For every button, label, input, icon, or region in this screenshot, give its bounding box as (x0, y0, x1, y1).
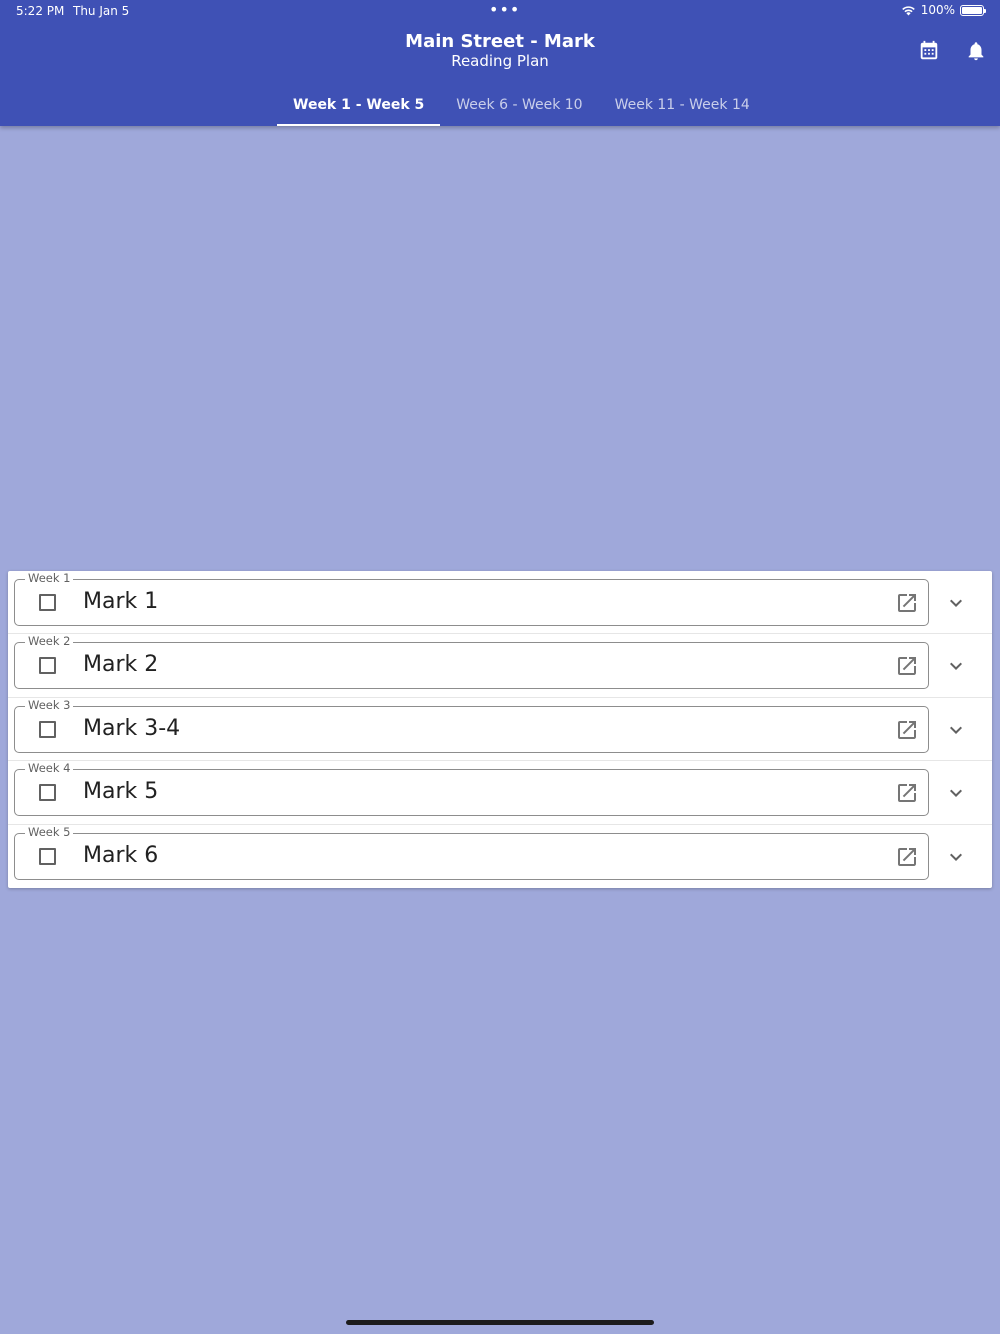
reading-text: Mark 5 (83, 779, 159, 805)
multitasking-dots[interactable]: ••• (489, 2, 520, 18)
app-bar: 5:22 PM Thu Jan 5 ••• 100% Main Street -… (0, 0, 1000, 126)
tab-week-11-14[interactable]: Week 11 - Week 14 (599, 86, 766, 126)
chevron-down-icon[interactable] (944, 591, 968, 615)
chevron-down-icon[interactable] (944, 781, 968, 805)
home-indicator[interactable] (346, 1320, 654, 1325)
battery-percent: 100% (920, 3, 955, 17)
week-label: Week 3 (25, 697, 74, 712)
calendar-button[interactable] (916, 38, 942, 64)
week-field: Week 3 Mark 3-4 (14, 697, 929, 753)
checkbox[interactable] (39, 847, 56, 865)
week-label: Week 2 (25, 634, 74, 649)
week-field: Week 5 Mark 6 (14, 824, 929, 880)
status-date: Thu Jan 5 (73, 4, 130, 18)
tab-week-6-10[interactable]: Week 6 - Week 10 (440, 86, 598, 126)
chevron-down-icon[interactable] (944, 718, 968, 742)
tab-week-1-5[interactable]: Week 1 - Week 5 (277, 86, 441, 126)
reading-plan-card: Week 1 Mark 1 Week 2 Mark 2 Week 3 Mark … (8, 571, 992, 888)
reading-text: Mark 6 (83, 842, 159, 868)
week-tabs: Week 1 - Week 5 Week 6 - Week 10 Week 11… (277, 86, 766, 126)
week-field: Week 1 Mark 1 (14, 571, 929, 626)
page-subtitle: Reading Plan (451, 52, 549, 70)
week-label: Week 1 (25, 571, 74, 585)
chevron-down-icon[interactable] (944, 845, 968, 869)
list-item: Week 2 Mark 2 (8, 634, 992, 698)
list-item: Week 1 Mark 1 (8, 571, 992, 635)
reading-text: Mark 1 (83, 589, 159, 614)
week-label: Week 5 (25, 824, 74, 839)
week-field: Week 4 Mark 5 (14, 761, 929, 817)
calendar-icon (920, 40, 938, 60)
page-title: Main Street - Mark (405, 31, 595, 52)
checkbox[interactable] (39, 784, 56, 802)
list-item: Week 5 Mark 6 (8, 824, 992, 888)
chevron-down-icon[interactable] (944, 654, 968, 678)
open-in-new-icon[interactable] (895, 591, 919, 615)
reading-text: Mark 2 (83, 652, 159, 678)
status-time: 5:22 PM (16, 4, 65, 18)
week-label: Week 4 (25, 761, 74, 776)
open-in-new-icon[interactable] (895, 654, 919, 678)
status-indicators: 100% (901, 3, 986, 17)
checkbox[interactable] (39, 720, 56, 738)
battery-icon (960, 4, 986, 16)
open-in-new-icon[interactable] (895, 718, 919, 742)
wifi-icon (901, 5, 915, 15)
list-item: Week 4 Mark 5 (8, 761, 992, 825)
bell-icon (968, 42, 984, 61)
checkbox[interactable] (39, 594, 56, 611)
reading-text: Mark 3-4 (83, 715, 181, 741)
week-field: Week 2 Mark 2 (14, 634, 929, 690)
list-item: Week 3 Mark 3-4 (8, 697, 992, 762)
open-in-new-icon[interactable] (895, 781, 919, 805)
checkbox[interactable] (39, 657, 56, 675)
open-in-new-icon[interactable] (895, 845, 919, 869)
notifications-button[interactable] (963, 38, 989, 64)
